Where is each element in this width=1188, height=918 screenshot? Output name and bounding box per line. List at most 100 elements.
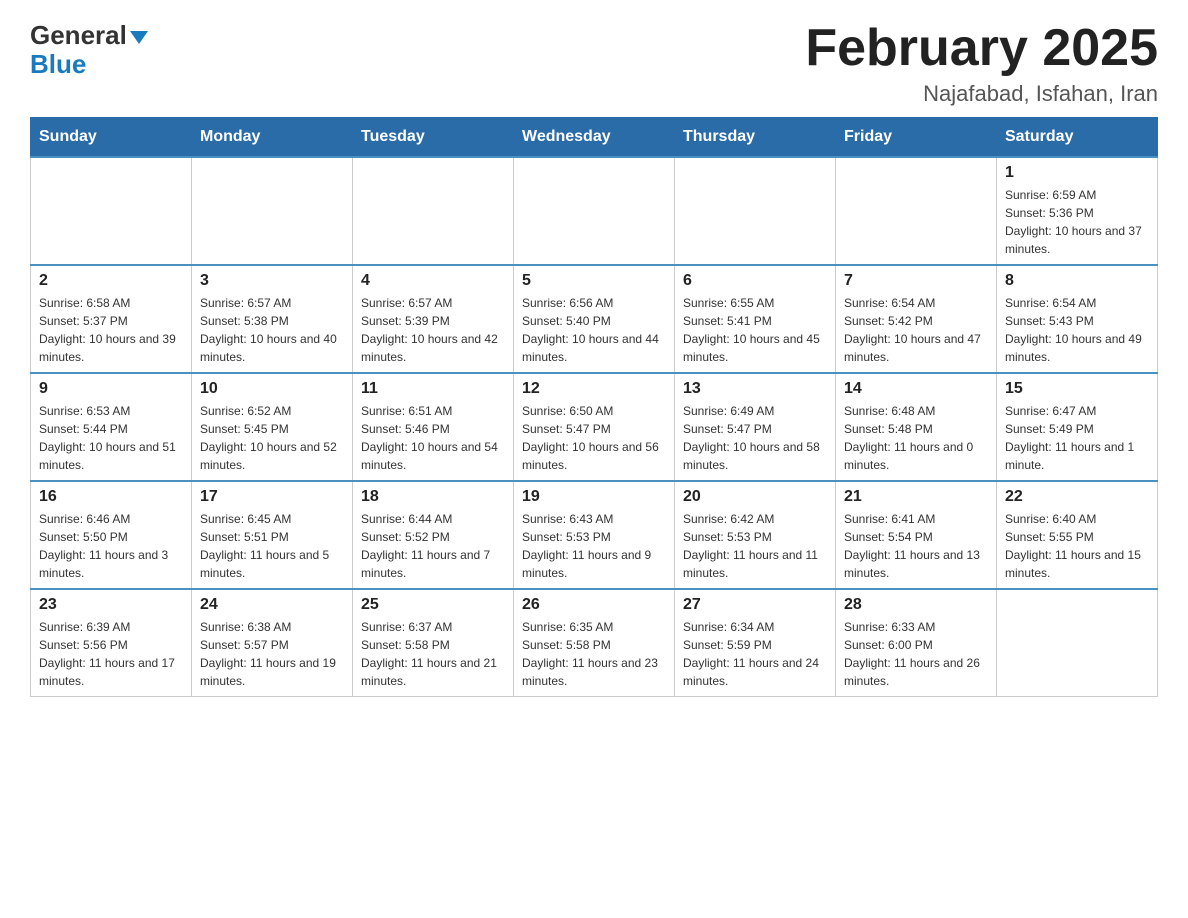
calendar-table: Sunday Monday Tuesday Wednesday Thursday… [30, 117, 1158, 697]
day-number: 8 [1005, 272, 1149, 290]
day-info: Sunrise: 6:39 AMSunset: 5:56 PMDaylight:… [39, 620, 175, 688]
day-info: Sunrise: 6:50 AMSunset: 5:47 PMDaylight:… [522, 404, 659, 472]
day-number: 10 [200, 380, 344, 398]
table-row [997, 589, 1158, 697]
table-row: 6 Sunrise: 6:55 AMSunset: 5:41 PMDayligh… [675, 265, 836, 373]
day-info: Sunrise: 6:52 AMSunset: 5:45 PMDaylight:… [200, 404, 337, 472]
logo-blue-text: Blue [30, 49, 86, 80]
day-info: Sunrise: 6:53 AMSunset: 5:44 PMDaylight:… [39, 404, 176, 472]
day-info: Sunrise: 6:54 AMSunset: 5:43 PMDaylight:… [1005, 296, 1142, 364]
header-friday: Friday [836, 118, 997, 158]
day-info: Sunrise: 6:42 AMSunset: 5:53 PMDaylight:… [683, 512, 818, 580]
day-info: Sunrise: 6:45 AMSunset: 5:51 PMDaylight:… [200, 512, 329, 580]
month-title: February 2025 [805, 20, 1158, 77]
table-row: 28 Sunrise: 6:33 AMSunset: 6:00 PMDaylig… [836, 589, 997, 697]
logo-triangle-icon [130, 31, 148, 44]
day-number: 5 [522, 272, 666, 290]
table-row: 8 Sunrise: 6:54 AMSunset: 5:43 PMDayligh… [997, 265, 1158, 373]
logo-general-text: General [30, 20, 127, 51]
table-row: 5 Sunrise: 6:56 AMSunset: 5:40 PMDayligh… [514, 265, 675, 373]
day-number: 16 [39, 488, 183, 506]
table-row: 27 Sunrise: 6:34 AMSunset: 5:59 PMDaylig… [675, 589, 836, 697]
calendar-row: 23 Sunrise: 6:39 AMSunset: 5:56 PMDaylig… [31, 589, 1158, 697]
day-number: 25 [361, 596, 505, 614]
day-number: 24 [200, 596, 344, 614]
table-row: 22 Sunrise: 6:40 AMSunset: 5:55 PMDaylig… [997, 481, 1158, 589]
calendar-row: 1 Sunrise: 6:59 AMSunset: 5:36 PMDayligh… [31, 157, 1158, 265]
table-row: 17 Sunrise: 6:45 AMSunset: 5:51 PMDaylig… [192, 481, 353, 589]
day-number: 20 [683, 488, 827, 506]
table-row: 20 Sunrise: 6:42 AMSunset: 5:53 PMDaylig… [675, 481, 836, 589]
day-number: 9 [39, 380, 183, 398]
day-info: Sunrise: 6:48 AMSunset: 5:48 PMDaylight:… [844, 404, 973, 472]
day-number: 19 [522, 488, 666, 506]
day-info: Sunrise: 6:58 AMSunset: 5:37 PMDaylight:… [39, 296, 176, 364]
day-info: Sunrise: 6:44 AMSunset: 5:52 PMDaylight:… [361, 512, 490, 580]
table-row [514, 157, 675, 265]
table-row: 14 Sunrise: 6:48 AMSunset: 5:48 PMDaylig… [836, 373, 997, 481]
day-number: 26 [522, 596, 666, 614]
day-number: 21 [844, 488, 988, 506]
header-tuesday: Tuesday [353, 118, 514, 158]
table-row: 24 Sunrise: 6:38 AMSunset: 5:57 PMDaylig… [192, 589, 353, 697]
day-info: Sunrise: 6:47 AMSunset: 5:49 PMDaylight:… [1005, 404, 1134, 472]
table-row: 13 Sunrise: 6:49 AMSunset: 5:47 PMDaylig… [675, 373, 836, 481]
page-header: General Blue February 2025 Najafabad, Is… [30, 20, 1158, 107]
day-info: Sunrise: 6:56 AMSunset: 5:40 PMDaylight:… [522, 296, 659, 364]
table-row: 18 Sunrise: 6:44 AMSunset: 5:52 PMDaylig… [353, 481, 514, 589]
day-info: Sunrise: 6:33 AMSunset: 6:00 PMDaylight:… [844, 620, 980, 688]
table-row: 4 Sunrise: 6:57 AMSunset: 5:39 PMDayligh… [353, 265, 514, 373]
table-row [353, 157, 514, 265]
day-number: 15 [1005, 380, 1149, 398]
table-row [192, 157, 353, 265]
logo: General Blue [30, 20, 148, 80]
day-info: Sunrise: 6:57 AMSunset: 5:39 PMDaylight:… [361, 296, 498, 364]
day-info: Sunrise: 6:54 AMSunset: 5:42 PMDaylight:… [844, 296, 981, 364]
table-row [675, 157, 836, 265]
location-text: Najafabad, Isfahan, Iran [805, 81, 1158, 107]
day-number: 12 [522, 380, 666, 398]
day-info: Sunrise: 6:46 AMSunset: 5:50 PMDaylight:… [39, 512, 168, 580]
day-info: Sunrise: 6:49 AMSunset: 5:47 PMDaylight:… [683, 404, 820, 472]
day-info: Sunrise: 6:43 AMSunset: 5:53 PMDaylight:… [522, 512, 651, 580]
day-info: Sunrise: 6:55 AMSunset: 5:41 PMDaylight:… [683, 296, 820, 364]
day-info: Sunrise: 6:40 AMSunset: 5:55 PMDaylight:… [1005, 512, 1141, 580]
day-number: 7 [844, 272, 988, 290]
day-number: 17 [200, 488, 344, 506]
day-number: 22 [1005, 488, 1149, 506]
day-number: 2 [39, 272, 183, 290]
table-row: 11 Sunrise: 6:51 AMSunset: 5:46 PMDaylig… [353, 373, 514, 481]
header-saturday: Saturday [997, 118, 1158, 158]
table-row: 23 Sunrise: 6:39 AMSunset: 5:56 PMDaylig… [31, 589, 192, 697]
table-row: 7 Sunrise: 6:54 AMSunset: 5:42 PMDayligh… [836, 265, 997, 373]
day-info: Sunrise: 6:38 AMSunset: 5:57 PMDaylight:… [200, 620, 336, 688]
table-row: 10 Sunrise: 6:52 AMSunset: 5:45 PMDaylig… [192, 373, 353, 481]
day-number: 4 [361, 272, 505, 290]
table-row: 16 Sunrise: 6:46 AMSunset: 5:50 PMDaylig… [31, 481, 192, 589]
day-info: Sunrise: 6:51 AMSunset: 5:46 PMDaylight:… [361, 404, 498, 472]
day-info: Sunrise: 6:34 AMSunset: 5:59 PMDaylight:… [683, 620, 819, 688]
table-row: 9 Sunrise: 6:53 AMSunset: 5:44 PMDayligh… [31, 373, 192, 481]
table-row: 3 Sunrise: 6:57 AMSunset: 5:38 PMDayligh… [192, 265, 353, 373]
table-row: 26 Sunrise: 6:35 AMSunset: 5:58 PMDaylig… [514, 589, 675, 697]
header-monday: Monday [192, 118, 353, 158]
calendar-row: 9 Sunrise: 6:53 AMSunset: 5:44 PMDayligh… [31, 373, 1158, 481]
header-wednesday: Wednesday [514, 118, 675, 158]
table-row: 12 Sunrise: 6:50 AMSunset: 5:47 PMDaylig… [514, 373, 675, 481]
day-number: 18 [361, 488, 505, 506]
title-block: February 2025 Najafabad, Isfahan, Iran [805, 20, 1158, 107]
header-sunday: Sunday [31, 118, 192, 158]
table-row: 1 Sunrise: 6:59 AMSunset: 5:36 PMDayligh… [997, 157, 1158, 265]
table-row: 19 Sunrise: 6:43 AMSunset: 5:53 PMDaylig… [514, 481, 675, 589]
day-info: Sunrise: 6:37 AMSunset: 5:58 PMDaylight:… [361, 620, 497, 688]
day-number: 14 [844, 380, 988, 398]
header-thursday: Thursday [675, 118, 836, 158]
day-info: Sunrise: 6:57 AMSunset: 5:38 PMDaylight:… [200, 296, 337, 364]
weekday-header-row: Sunday Monday Tuesday Wednesday Thursday… [31, 118, 1158, 158]
calendar-row: 2 Sunrise: 6:58 AMSunset: 5:37 PMDayligh… [31, 265, 1158, 373]
day-number: 13 [683, 380, 827, 398]
day-number: 11 [361, 380, 505, 398]
day-number: 27 [683, 596, 827, 614]
table-row: 21 Sunrise: 6:41 AMSunset: 5:54 PMDaylig… [836, 481, 997, 589]
table-row [31, 157, 192, 265]
